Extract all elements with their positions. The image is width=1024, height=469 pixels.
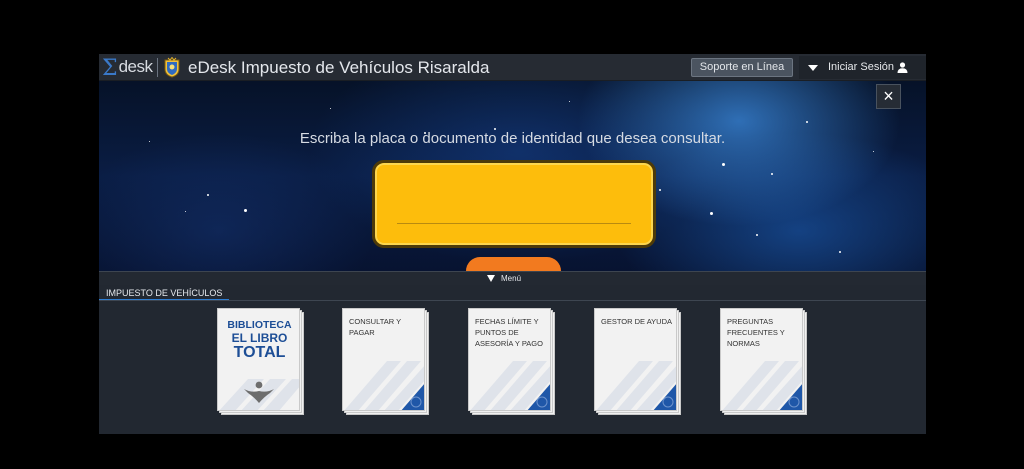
top-bar: Σdesk eDesk Impuesto de Vehículos Risara… <box>99 54 926 81</box>
card-decoration <box>596 361 676 410</box>
menu-toggle-label: Menú <box>501 274 522 283</box>
card-faq-norms[interactable]: PREGUNTAS FRECUENTES Y NORMAS <box>720 308 807 415</box>
login-label: Iniciar Sesión <box>828 61 895 73</box>
user-icon <box>897 62 908 73</box>
plate-or-id-input[interactable] <box>397 197 631 221</box>
app-title: eDesk Impuesto de Vehículos Risaralda <box>188 58 490 77</box>
input-underline <box>397 223 631 224</box>
card-deadlines-locations[interactable]: FECHAS LÍMITE Y PUNTOS DE ASESORÍA Y PAG… <box>468 308 555 415</box>
card-library[interactable]: BIBLIOTECA EL LIBRO TOTAL <box>217 308 304 415</box>
card-decoration <box>722 361 802 410</box>
menu-bar: Menú <box>99 271 926 285</box>
card-consult-pay[interactable]: CONSULTAR Y PAGAR <box>342 308 429 415</box>
orange-tab[interactable] <box>466 257 561 271</box>
card-decoration <box>470 361 550 410</box>
triangle-down-icon <box>487 275 495 282</box>
logo-divider <box>157 58 158 77</box>
app-window: Σdesk eDesk Impuesto de Vehículos Risara… <box>99 54 926 434</box>
login-dropdown[interactable]: Iniciar Sesión <box>799 56 926 79</box>
risaralda-crest-icon <box>164 57 180 78</box>
plate-search-box[interactable] <box>372 160 656 248</box>
caret-down-icon <box>808 65 818 71</box>
search-banner: × Escriba la placa o documento de identi… <box>99 81 926 271</box>
menu-toggle[interactable]: Menú <box>487 272 521 285</box>
edesk-logo[interactable]: Σdesk <box>102 55 153 81</box>
section-divider <box>99 300 926 301</box>
logo-text: desk <box>118 57 153 76</box>
library-book-graphic <box>219 379 299 410</box>
card-decoration <box>344 361 424 410</box>
close-banner-button[interactable]: × <box>876 84 901 109</box>
online-support-button[interactable]: Soporte en Línea <box>691 58 793 77</box>
tab-vehicle-tax[interactable]: IMPUESTO DE VEHÍCULOS <box>99 286 230 301</box>
card-help-manager[interactable]: GESTOR DE AYUDA <box>594 308 681 415</box>
search-prompt-text: Escriba la placa o documento de identida… <box>299 130 726 147</box>
